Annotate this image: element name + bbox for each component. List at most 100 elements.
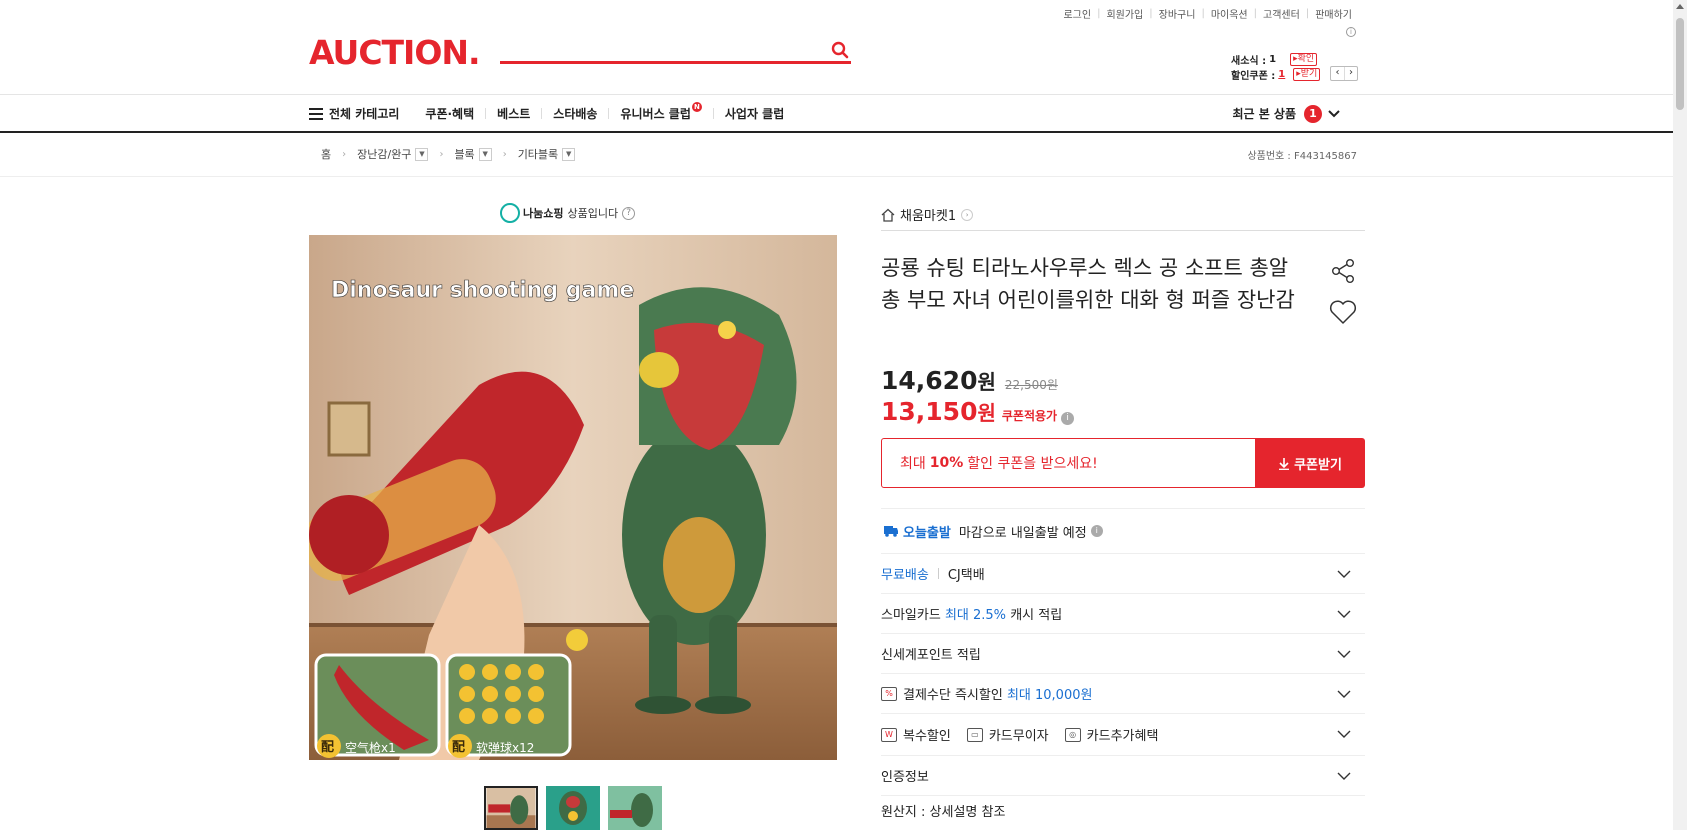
smile-card-row[interactable]: 스마일카드 최대 2.5% 캐시 적립 xyxy=(881,593,1365,633)
messages-label: 새소식 : xyxy=(1231,56,1267,67)
chevron-down-icon xyxy=(1337,610,1351,618)
seller-link[interactable]: 채움마켓1 › xyxy=(881,205,974,224)
recent-viewed-label: 최근 본 상품 xyxy=(1232,107,1296,121)
coupon-price-unit: 원 xyxy=(977,401,996,425)
next-arrow-icon[interactable]: › xyxy=(1344,67,1357,80)
nav-universe-club[interactable]: 유니버스 클럽 N xyxy=(620,101,702,122)
chevron-right-icon: › xyxy=(342,148,347,160)
multi-discount: W 복수할인 xyxy=(881,725,951,744)
coupons-receive-button[interactable]: ▸받기 xyxy=(1293,68,1321,81)
divider xyxy=(712,108,714,119)
breadcrumb-home[interactable]: 홈 xyxy=(321,146,331,162)
chevron-right-icon: › xyxy=(439,148,444,160)
breadcrumb-other-blocks[interactable]: 기타블록 xyxy=(518,146,558,162)
product-number: 상품번호 : F443145867 xyxy=(1247,151,1357,162)
divider xyxy=(608,108,610,119)
thumbnail-2[interactable] xyxy=(546,786,600,830)
all-categories-label: 전체 카테고리 xyxy=(329,107,400,121)
search-icon[interactable] xyxy=(830,40,850,60)
messages-count: 1 xyxy=(1269,54,1277,65)
chevron-right-icon: › xyxy=(961,208,974,221)
payment-discount-label: 결제수단 즉시할인 xyxy=(903,688,1003,703)
coupon-price-label: 쿠폰적용가 xyxy=(1001,409,1058,423)
chevron-down-icon xyxy=(1337,650,1351,658)
nav-coupon-benefits[interactable]: 쿠폰·혜택 xyxy=(425,105,474,122)
payment-discount-row[interactable]: % 결제수단 즉시할인 최대 10,000원 xyxy=(881,673,1365,713)
coupon-text-post: 할인 쿠폰을 받으세요! xyxy=(967,456,1098,472)
main-product-image[interactable]: Dinosaur shooting game 配 空气枪x1 配 软弹球x12 xyxy=(309,235,837,760)
sale-price-value: 14,620 xyxy=(881,366,978,395)
chevron-down-icon xyxy=(1337,570,1351,578)
info-icon[interactable]: i xyxy=(1090,525,1103,537)
scroll-thumb[interactable] xyxy=(1676,18,1684,110)
new-badge: N xyxy=(691,101,702,112)
coupons-label: 할인쿠폰 : xyxy=(1231,71,1276,82)
mini-pager: ‹ › xyxy=(1330,66,1358,81)
free-shipping-label: 무료배송 xyxy=(881,568,929,583)
info-icon[interactable]: i xyxy=(1061,412,1075,425)
sale-price: 14,620 원 22,500원 xyxy=(881,366,1058,395)
recent-viewed-button[interactable]: 최근 본 상품 1 xyxy=(1232,95,1340,132)
messages-check-button[interactable]: ▸확인 xyxy=(1290,53,1318,66)
download-icon xyxy=(1279,457,1290,470)
prev-arrow-icon[interactable]: ‹ xyxy=(1331,67,1344,80)
payment-discount-amount: 최대 10,000원 xyxy=(1006,688,1093,703)
dropdown-icon[interactable]: ▼ xyxy=(478,147,492,161)
card-benefits-row[interactable]: W 복수할인 ▭ 카드무이자 ◎ 카드추가혜택 xyxy=(881,713,1365,755)
certification-row[interactable]: 인증정보 xyxy=(881,755,1365,795)
smile-card-label: 스마일카드 xyxy=(881,608,941,623)
chevron-down-icon xyxy=(1328,109,1340,117)
customer-center-link[interactable]: 고객센터 xyxy=(1257,6,1306,21)
dropdown-icon[interactable]: ▼ xyxy=(562,147,576,161)
heart-icon[interactable] xyxy=(1329,299,1357,325)
breadcrumb: 홈 › 장난감/완구 ▼ › 블록 ▼ › 기타블록 ▼ xyxy=(321,146,576,162)
breadcrumb-toys[interactable]: 장난감/완구 xyxy=(357,146,411,162)
divider xyxy=(485,108,487,119)
shipping-row[interactable]: 무료배송 CJ택배 xyxy=(881,553,1365,593)
search-underline xyxy=(500,61,851,64)
auction-logo[interactable]: AUCTION. xyxy=(309,33,481,72)
divider xyxy=(937,568,939,579)
payment-discount-icon: % xyxy=(881,686,897,701)
seller-name: 채움마켓1 xyxy=(900,209,957,224)
my-auction-link[interactable]: 마이옥션 xyxy=(1205,6,1254,21)
card-interest-free: ▭ 카드무이자 xyxy=(966,725,1049,744)
inset-label-2: 软弹球x12 xyxy=(476,741,534,755)
cart-link[interactable]: 장바구니 xyxy=(1153,6,1202,21)
ssg-point-row[interactable]: 신세계포인트 적립 xyxy=(881,633,1365,673)
thumbnail-3[interactable] xyxy=(608,786,662,830)
origin-label: 원산지 : 상세설명 참조 xyxy=(881,805,1006,820)
dropdown-icon[interactable]: ▼ xyxy=(415,147,429,161)
scrollbar[interactable] xyxy=(1673,0,1687,830)
coupons-count[interactable]: 1 xyxy=(1278,69,1285,80)
inset-badge-2: 配 xyxy=(452,740,465,755)
signup-link[interactable]: 회원가입 xyxy=(1100,6,1149,21)
today-dispatch-label: 오늘출발 xyxy=(881,522,951,541)
sharing-shopping-text: 상품입니다 xyxy=(567,207,619,220)
main-nav: 전체 카테고리 쿠폰·혜택 베스트 스타배송 유니버스 클럽 N 사업자 클럽 … xyxy=(0,94,1673,133)
nav-best[interactable]: 베스트 xyxy=(497,105,530,122)
truck-icon xyxy=(884,526,898,537)
coupon-rate: 10% xyxy=(929,455,964,471)
info-icon[interactable]: i xyxy=(1346,27,1356,37)
divider xyxy=(541,108,543,119)
scroll-up-arrow-icon[interactable] xyxy=(1676,4,1684,9)
sale-price-unit: 원 xyxy=(977,370,996,394)
search-input[interactable] xyxy=(500,38,820,60)
chevron-down-icon xyxy=(1337,730,1351,738)
nav-star-delivery[interactable]: 스타배송 xyxy=(553,105,597,122)
breadcrumb-blocks[interactable]: 블록 xyxy=(454,146,474,162)
smile-card-rate: 최대 2.5% xyxy=(944,608,1007,623)
share-icon[interactable] xyxy=(1330,258,1356,284)
nav-business-club[interactable]: 사업자 클럽 xyxy=(725,105,784,122)
thumbnail-1[interactable] xyxy=(484,786,538,830)
login-link[interactable]: 로그인 xyxy=(1057,6,1097,21)
chevron-right-icon: › xyxy=(502,148,507,160)
get-coupon-button[interactable]: 쿠폰받기 xyxy=(1255,438,1365,488)
discount-coupons: 할인쿠폰 : 1 ▸받기 xyxy=(1231,67,1321,82)
sharing-shopping-logo: 나눔쇼핑 xyxy=(500,203,563,223)
all-categories-button[interactable]: 전체 카테고리 xyxy=(309,105,399,122)
product-title: 공룡 슈팅 티라노사우루스 렉스 공 소프트 총알 총 부모 자녀 어린이를위한… xyxy=(881,256,1295,312)
sell-link[interactable]: 판매하기 xyxy=(1309,6,1358,21)
help-icon[interactable]: ? xyxy=(622,206,636,220)
